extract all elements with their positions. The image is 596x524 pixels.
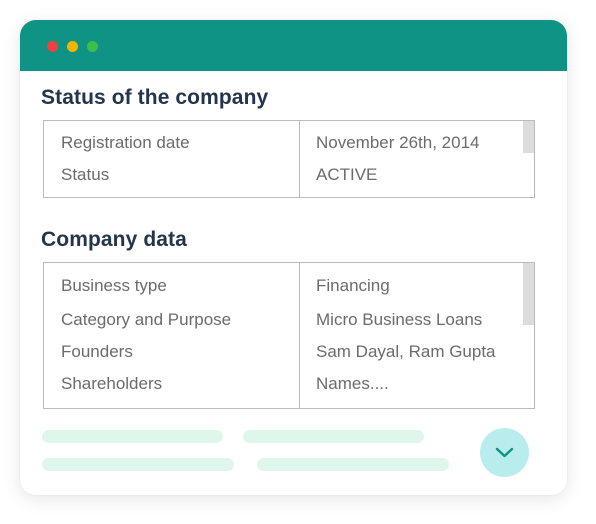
company-table-scrollbar[interactable] (523, 263, 534, 325)
status-value: ACTIVE (316, 165, 378, 184)
company-section-title: Company data (41, 228, 187, 251)
company-values-column: Financing Micro Business Loans Sam Dayal… (300, 263, 534, 408)
category-purpose-value: Micro Business Loans (316, 310, 483, 329)
status-table: Registration date Status November 26th, … (43, 120, 535, 198)
status-labels-column: Registration date Status (44, 121, 300, 197)
close-window-button[interactable] (47, 41, 58, 52)
status-section-title: Status of the company (41, 86, 269, 109)
founders-label: Founders (61, 342, 133, 361)
chevron-down-icon (495, 447, 514, 458)
expand-more-button[interactable] (480, 428, 529, 477)
shareholders-value: Names.... (316, 374, 389, 393)
skeleton-line (257, 458, 449, 471)
app-window: Status of the company Registration date … (20, 20, 567, 495)
registration-date-value: November 26th, 2014 (316, 133, 480, 152)
status-label: Status (61, 165, 110, 184)
founders-value: Sam Dayal, Ram Gupta (316, 342, 496, 361)
category-purpose-label: Category and Purpose (61, 310, 232, 329)
status-table-scrollbar[interactable] (523, 121, 534, 153)
skeleton-line (42, 430, 223, 443)
business-type-label: Business type (61, 276, 167, 295)
shareholders-label: Shareholders (61, 374, 163, 393)
title-bar (20, 20, 567, 71)
company-table: Business type Category and Purpose Found… (43, 262, 535, 409)
company-labels-column: Business type Category and Purpose Found… (44, 263, 300, 408)
maximize-window-button[interactable] (87, 41, 98, 52)
business-type-value: Financing (316, 276, 390, 295)
status-values-column: November 26th, 2014 ACTIVE (300, 121, 534, 197)
skeleton-line (243, 430, 424, 443)
minimize-window-button[interactable] (67, 41, 78, 52)
skeleton-line (42, 458, 234, 471)
registration-date-label: Registration date (61, 133, 190, 152)
